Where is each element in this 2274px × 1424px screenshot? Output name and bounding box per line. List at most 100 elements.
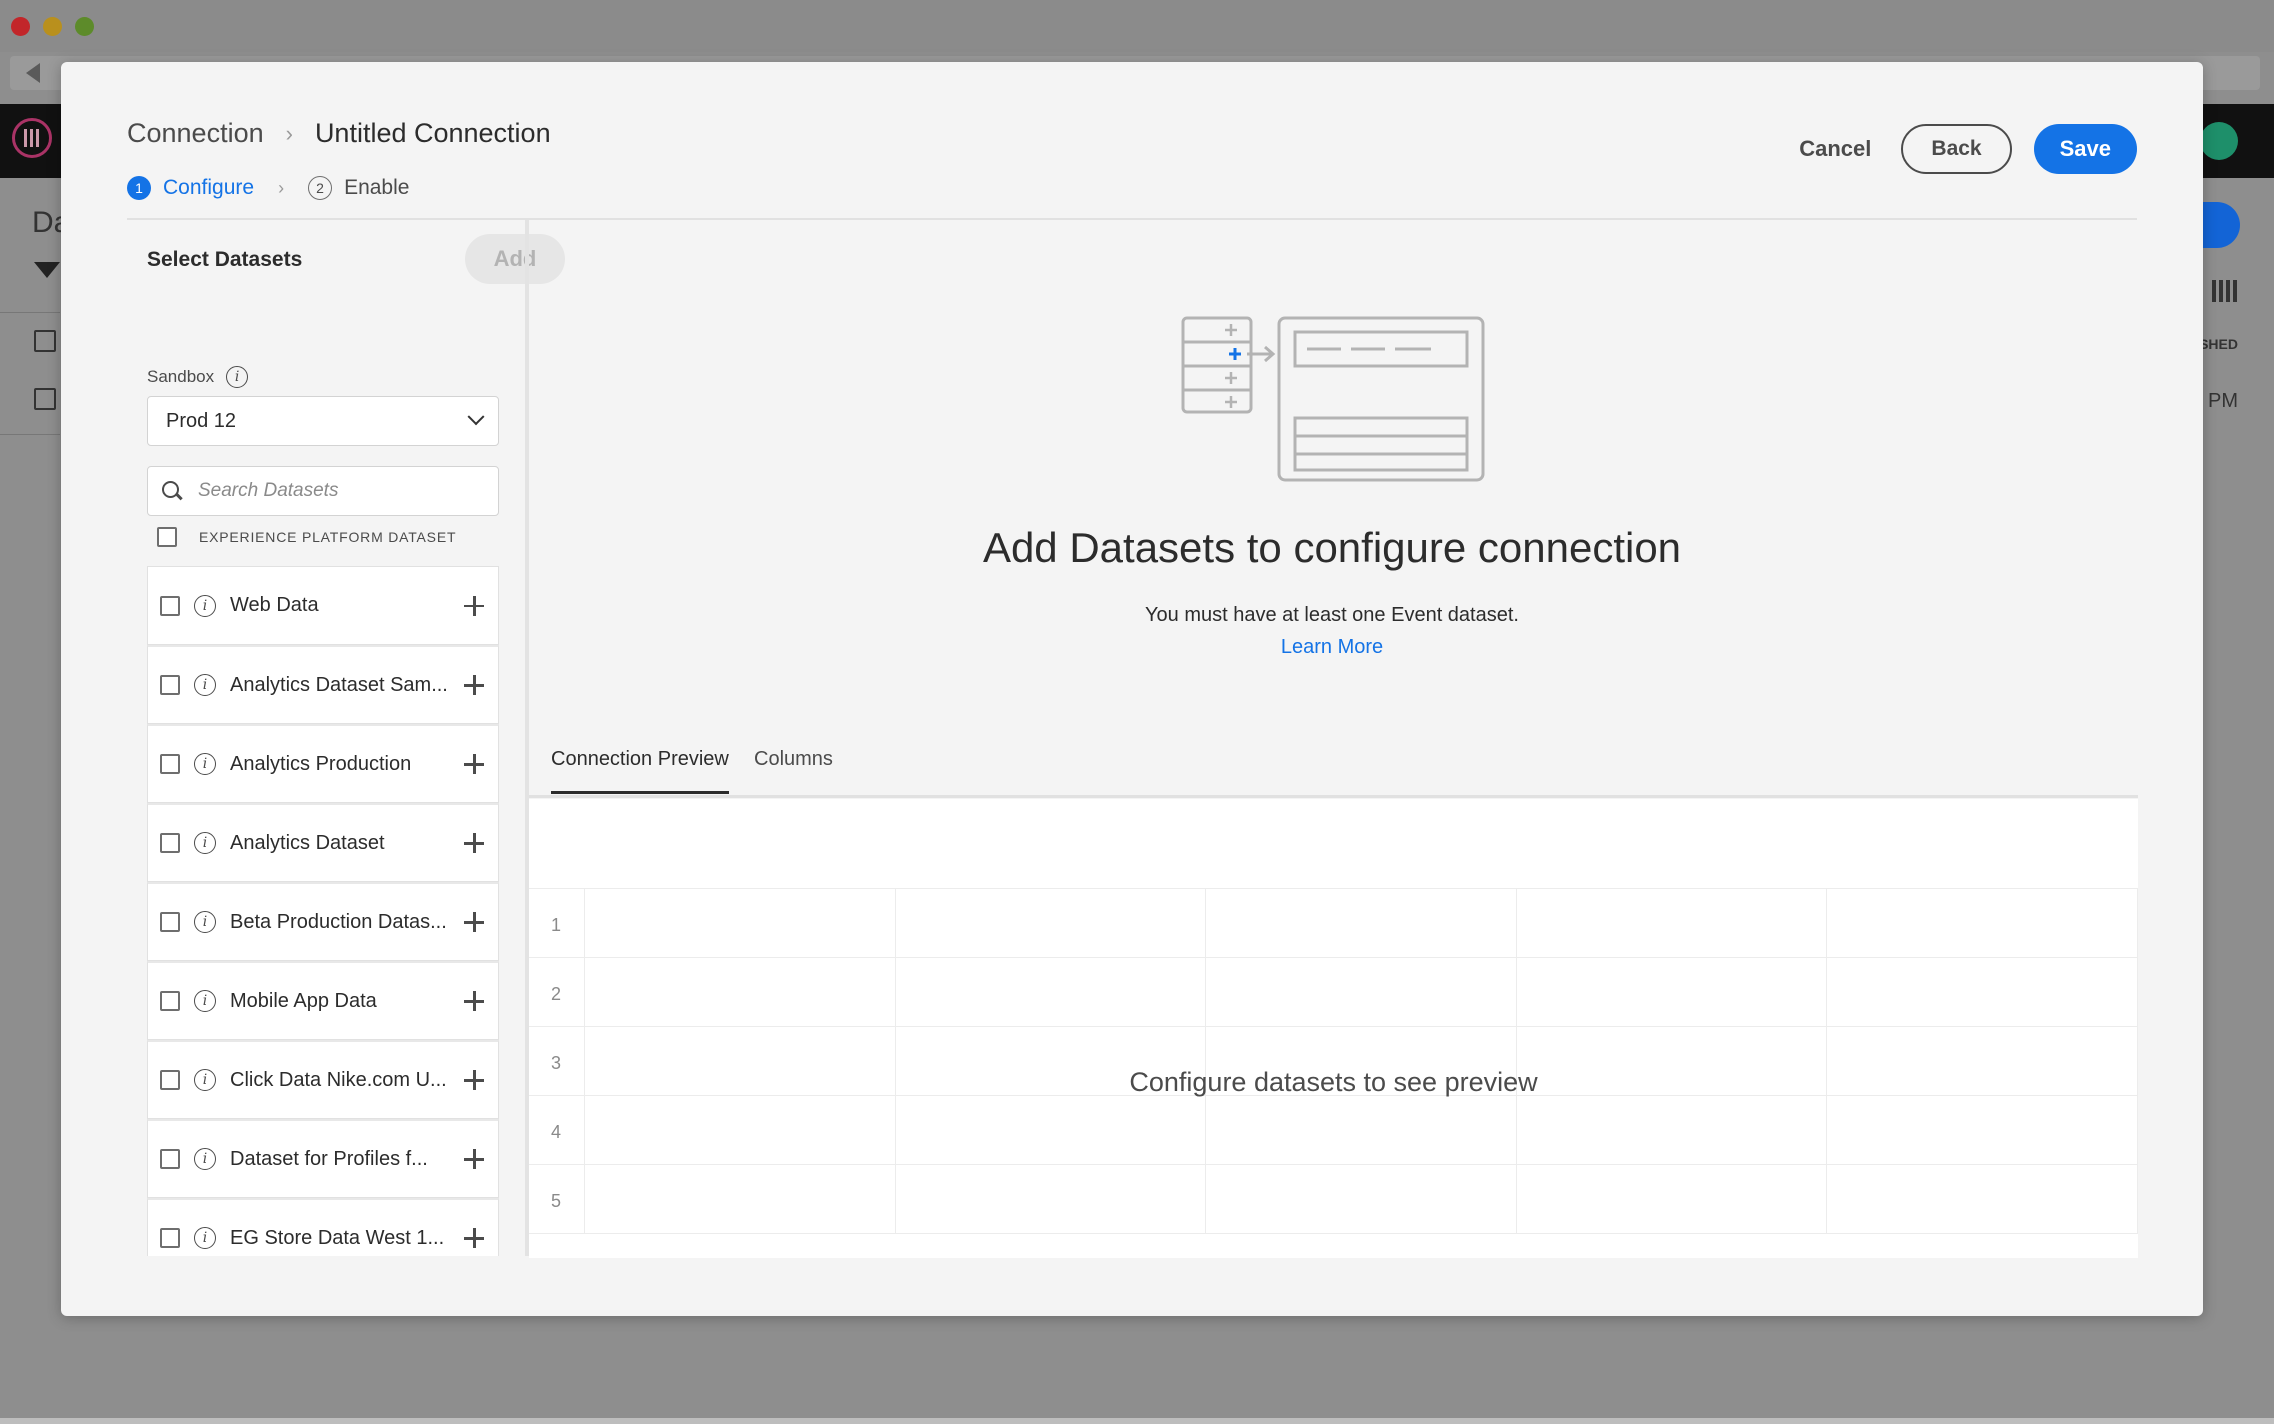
preview-table: 12345 Configure datasets to see preview xyxy=(529,799,2138,1258)
step-label: Enable xyxy=(344,176,410,199)
avatar[interactable] xyxy=(2200,122,2238,160)
app-logo-icon[interactable] xyxy=(12,118,52,158)
step-label: Configure xyxy=(163,176,255,199)
dataset-name: Analytics Dataset xyxy=(230,831,385,854)
dataset-list-item[interactable]: i Web Data xyxy=(147,566,499,645)
table-cell xyxy=(1206,889,1517,957)
table-row: 1 xyxy=(529,889,2138,958)
dataset-name: Click Data Nike.com U... xyxy=(230,1068,447,1091)
table-cell xyxy=(585,889,896,957)
empty-state-title: Add Datasets to configure connection xyxy=(982,524,1682,571)
table-cell xyxy=(1517,958,1828,1026)
breadcrumb: Connection › Untitled Connection xyxy=(127,118,551,149)
dataset-checkbox[interactable] xyxy=(160,833,180,853)
add-dataset-button[interactable]: Add xyxy=(465,234,565,284)
tab-connection-preview[interactable]: Connection Preview xyxy=(551,748,729,794)
table-cell xyxy=(896,1165,1207,1233)
plus-icon[interactable] xyxy=(464,991,484,1011)
background-checkbox xyxy=(34,388,56,410)
background-divider xyxy=(0,312,60,313)
dataset-list-item[interactable]: i Analytics Dataset Sam... xyxy=(147,645,499,724)
bottom-edge xyxy=(0,1418,2274,1424)
table-cell xyxy=(585,1096,896,1164)
table-cell xyxy=(1206,1096,1517,1164)
plus-icon[interactable] xyxy=(464,1070,484,1090)
dataset-checkbox[interactable] xyxy=(160,1070,180,1090)
step-enable[interactable]: 2 Enable xyxy=(308,176,409,200)
table-row: 4 xyxy=(529,1096,2138,1165)
plus-icon[interactable] xyxy=(464,1228,484,1248)
back-arrow-icon[interactable] xyxy=(26,63,40,83)
table-cell xyxy=(1206,1165,1517,1233)
dataset-list-item[interactable]: i EG Store Data West 1... xyxy=(147,1198,499,1256)
chevron-right-icon: › xyxy=(278,177,285,198)
info-icon[interactable]: i xyxy=(194,1148,216,1170)
info-icon[interactable]: i xyxy=(194,674,216,696)
back-button[interactable]: Back xyxy=(1901,124,2012,174)
column-settings-icon xyxy=(2212,280,2238,302)
modal-actions: Cancel Back Save xyxy=(1799,124,2137,174)
dataset-checkbox[interactable] xyxy=(160,1228,180,1248)
dataset-checkbox[interactable] xyxy=(160,595,180,616)
sandbox-dropdown[interactable]: Prod 12 xyxy=(147,396,499,446)
dataset-checkbox[interactable] xyxy=(160,912,180,932)
select-all-checkbox[interactable] xyxy=(157,527,177,547)
table-cell xyxy=(896,889,1207,957)
dataset-type-label: EXPERIENCE PLATFORM DATASET xyxy=(199,529,457,545)
dataset-checkbox[interactable] xyxy=(160,991,180,1011)
tab-columns[interactable]: Columns xyxy=(754,748,833,791)
breadcrumb-current: Untitled Connection xyxy=(314,118,551,148)
close-window-button[interactable] xyxy=(11,17,30,36)
learn-more-link-text[interactable]: Learn More xyxy=(1281,636,1383,658)
step-number: 1 xyxy=(127,176,151,200)
row-number: 5 xyxy=(529,1165,585,1233)
background-time-text: PM xyxy=(2208,390,2238,412)
info-icon[interactable]: i xyxy=(194,911,216,933)
maximize-window-button[interactable] xyxy=(75,17,94,36)
dataset-list-item[interactable]: i Dataset for Profiles f... xyxy=(147,1119,499,1198)
info-icon[interactable]: i xyxy=(194,1069,216,1091)
plus-icon[interactable] xyxy=(464,1149,484,1169)
select-datasets-title: Select Datasets xyxy=(147,248,303,271)
table-row: 5 xyxy=(529,1165,2138,1234)
info-icon[interactable]: i xyxy=(226,366,249,388)
plus-icon[interactable] xyxy=(464,754,484,774)
save-button[interactable]: Save xyxy=(2033,124,2137,174)
dataset-checkbox[interactable] xyxy=(160,675,180,695)
dataset-list-item[interactable]: i Analytics Dataset xyxy=(147,803,499,882)
sandbox-value: Prod 12 xyxy=(166,409,237,432)
minimize-window-button[interactable] xyxy=(43,17,62,36)
dataset-checkbox[interactable] xyxy=(160,1149,180,1169)
info-icon[interactable]: i xyxy=(194,753,216,775)
sandbox-label: Sandbox i xyxy=(147,366,249,388)
dataset-list[interactable]: i Web Data i Analytics Dataset Sam... i Analy… xyxy=(147,566,499,1256)
search-input[interactable] xyxy=(198,480,478,502)
background-checkbox xyxy=(34,330,56,352)
dataset-name: Dataset for Profiles f... xyxy=(230,1147,428,1170)
sandbox-label-text: Sandbox xyxy=(147,367,215,386)
chevron-down-icon xyxy=(467,408,485,426)
step-configure[interactable]: 1 Configure xyxy=(127,176,254,200)
row-number: 4 xyxy=(529,1096,585,1164)
dataset-list-item[interactable]: i Analytics Production xyxy=(147,724,499,803)
plus-icon[interactable] xyxy=(464,833,484,853)
table-cell xyxy=(1827,1096,2138,1164)
info-icon[interactable]: i xyxy=(194,990,216,1012)
plus-icon[interactable] xyxy=(464,595,484,616)
plus-icon[interactable] xyxy=(464,912,484,932)
info-icon[interactable]: i xyxy=(194,1227,216,1249)
cancel-button[interactable]: Cancel xyxy=(1799,136,1871,162)
dataset-name: Web Data xyxy=(230,594,319,616)
dataset-checkbox[interactable] xyxy=(160,754,180,774)
dataset-list-item[interactable]: i Mobile App Data xyxy=(147,961,499,1040)
dataset-search-box[interactable] xyxy=(147,466,499,516)
info-icon[interactable]: i xyxy=(194,832,216,854)
plus-icon[interactable] xyxy=(464,675,484,695)
dataset-list-item[interactable]: i Click Data Nike.com U... xyxy=(147,1040,499,1119)
breadcrumb-connection[interactable]: Connection xyxy=(127,118,264,149)
preview-empty-message: Configure datasets to see preview xyxy=(1129,1067,1538,1097)
info-icon[interactable]: i xyxy=(194,594,216,617)
add-dataset-illustration-icon xyxy=(1181,316,1485,482)
background-divider xyxy=(0,434,60,435)
dataset-list-item[interactable]: i Beta Production Datas... xyxy=(147,882,499,961)
